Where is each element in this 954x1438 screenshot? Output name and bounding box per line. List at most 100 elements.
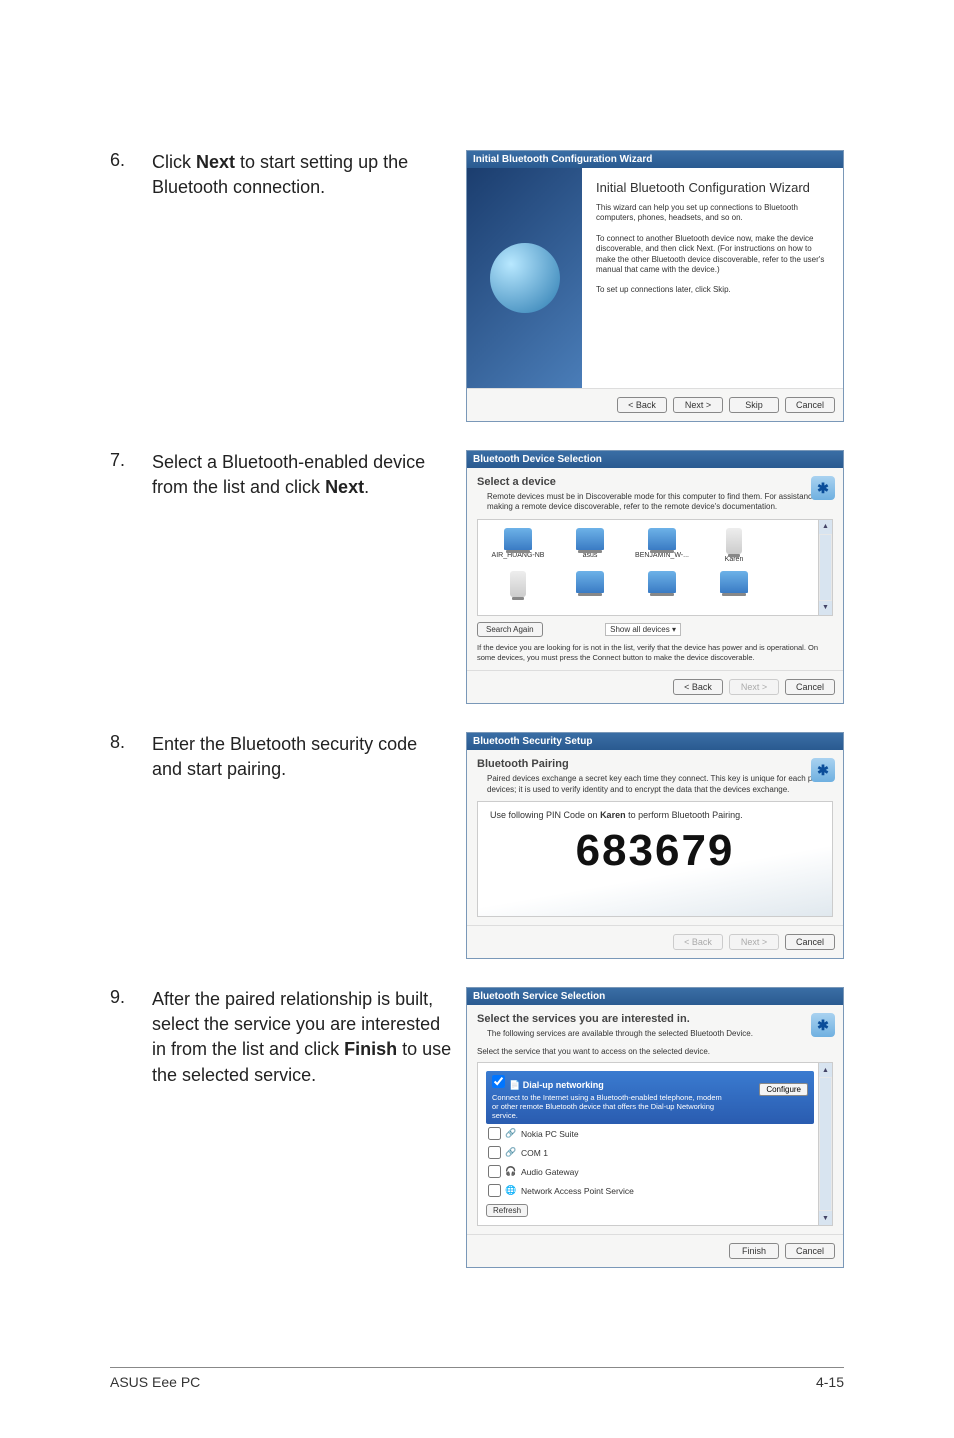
dialog-body: ✱ Select the services you are interested… [467, 1005, 843, 1234]
scroll-down-icon[interactable]: ▼ [819, 601, 832, 615]
step-7: 7. Select a Bluetooth-enabled device fro… [110, 450, 844, 704]
page-footer: ASUS Eee PC 4-15 [110, 1367, 844, 1390]
service-item-selected[interactable]: 📄 Dial-up networking Connect to the Inte… [486, 1071, 814, 1124]
cancel-button[interactable]: Cancel [785, 934, 835, 950]
service-item[interactable]: 🔗 Nokia PC Suite [486, 1124, 832, 1143]
service-item[interactable]: 🔗 COM 1 [486, 1143, 832, 1162]
device-select-dialog: Bluetooth Device Selection ✱ Select a de… [466, 450, 844, 704]
device-item[interactable] [626, 571, 698, 599]
phone-icon [510, 571, 526, 597]
service-checkbox[interactable] [488, 1146, 501, 1159]
laptop-icon [576, 528, 604, 550]
step-8: 8. Enter the Bluetooth security code and… [110, 732, 844, 959]
show-all-dropdown[interactable]: Show all devices ▾ [605, 623, 681, 636]
device-item[interactable]: asus [554, 528, 626, 563]
dialog-titlebar: Initial Bluetooth Configuration Wizard [467, 151, 843, 168]
laptop-icon [504, 528, 532, 550]
step-9: 9. After the paired relationship is buil… [110, 987, 844, 1268]
step-text: Click Next to start setting up the Bluet… [152, 150, 452, 200]
search-again-button[interactable]: Search Again [477, 622, 543, 637]
wizard-dialog: Initial Bluetooth Configuration Wizard I… [466, 150, 844, 422]
refresh-button[interactable]: Refresh [486, 1204, 528, 1217]
dialog-heading: Select a device [477, 476, 833, 488]
wizard-content: Initial Bluetooth Configuration Wizard T… [582, 168, 843, 388]
pin-area: Use following PIN Code on Karen to perfo… [477, 801, 833, 917]
service-icon: 🔗 [505, 1128, 517, 1140]
text-tail: . [364, 477, 369, 497]
skip-button[interactable]: Skip [729, 397, 779, 413]
wizard-p3: To set up connections later, click Skip. [596, 285, 829, 295]
service-checkbox[interactable] [488, 1184, 501, 1197]
dialog-wrap: Initial Bluetooth Configuration Wizard I… [452, 150, 844, 422]
text-lead: Select a Bluetooth-enabled device from t… [152, 452, 425, 497]
footer-right: 4-15 [816, 1374, 844, 1390]
service-item[interactable]: 🎧Audio Gateway [486, 1162, 832, 1181]
device-label: AIR_HUANG-NB [482, 552, 554, 559]
service-desc: Connect to the Internet using a Bluetoot… [492, 1093, 722, 1120]
service-item[interactable]: 🌐Network Access Point Service [486, 1181, 832, 1200]
device-item[interactable]: BENJAMIN_W-... [626, 528, 698, 563]
laptop-icon [648, 571, 676, 593]
device-grid: AIR_HUANG-NB asus BENJAMIN_W-... Karen ▲… [477, 519, 833, 616]
device-item[interactable] [698, 571, 770, 599]
dialog-wrap: Bluetooth Device Selection ✱ Select a de… [452, 450, 844, 704]
scroll-up-icon[interactable]: ▲ [819, 520, 832, 534]
service-icon: 🎧 [505, 1166, 517, 1178]
step-num: 8. [110, 732, 152, 753]
document-icon: 📄 [509, 1080, 520, 1090]
dialog-sub: The following services are available thr… [487, 1029, 833, 1039]
cancel-button[interactable]: Cancel [785, 397, 835, 413]
laptop-icon [576, 571, 604, 593]
dialog-footer: < Back Next > Skip Cancel [467, 388, 843, 421]
device-label: asus [554, 552, 626, 559]
scroll-thumb[interactable] [820, 1078, 831, 1210]
scroll-down-icon[interactable]: ▼ [819, 1211, 832, 1225]
device-item[interactable] [554, 571, 626, 599]
back-button[interactable]: < Back [617, 397, 667, 413]
wizard-sidebar-image [467, 168, 582, 388]
dialog-footer: < Back Next > Cancel [467, 925, 843, 958]
service-checkbox[interactable] [488, 1127, 501, 1140]
device-item[interactable]: AIR_HUANG-NB [482, 528, 554, 563]
dialog-footer: < Back Next > Cancel [467, 670, 843, 703]
service-label: Nokia PC Suite [521, 1129, 579, 1139]
cancel-button[interactable]: Cancel [785, 679, 835, 695]
service-icon: 🔗 [505, 1147, 517, 1159]
service-checkbox[interactable] [492, 1075, 505, 1088]
chevron-down-icon: ▾ [672, 625, 676, 634]
service-instruction: Select the service that you want to acce… [477, 1047, 833, 1056]
device-controls: Search Again Show all devices ▾ [477, 616, 833, 637]
step-text: After the paired relationship is built, … [152, 987, 452, 1088]
pin-device-name: Karen [600, 810, 626, 820]
text-bold: Next [325, 477, 364, 497]
configure-button[interactable]: Configure [759, 1083, 808, 1096]
scrollbar[interactable]: ▲ ▼ [818, 520, 832, 615]
service-checkbox[interactable] [488, 1165, 501, 1178]
service-title: Dial-up networking [523, 1080, 604, 1090]
step-text: Enter the Bluetooth security code and st… [152, 732, 452, 782]
dialog-heading: Bluetooth Pairing [477, 758, 833, 770]
wizard-p2: To connect to another Bluetooth device n… [596, 234, 829, 276]
globe-icon [490, 243, 560, 313]
next-button[interactable]: Next > [729, 679, 779, 695]
step-num: 9. [110, 987, 152, 1008]
back-button[interactable]: < Back [673, 679, 723, 695]
finish-button[interactable]: Finish [729, 1243, 779, 1259]
scroll-thumb[interactable] [820, 535, 831, 600]
text-bold: Finish [344, 1039, 397, 1059]
cancel-button[interactable]: Cancel [785, 1243, 835, 1259]
device-label: BENJAMIN_W-... [626, 552, 698, 559]
wizard-body: Initial Bluetooth Configuration Wizard T… [467, 168, 843, 388]
bluetooth-icon: ✱ [811, 758, 835, 782]
dialog-titlebar: Bluetooth Service Selection [467, 988, 843, 1005]
scrollbar[interactable]: ▲ ▼ [818, 1063, 832, 1225]
text-bold: Next [196, 152, 235, 172]
wizard-p1: This wizard can help you set up connecti… [596, 203, 829, 224]
scroll-up-icon[interactable]: ▲ [819, 1063, 832, 1077]
service-label: COM 1 [521, 1148, 548, 1158]
device-item[interactable] [482, 571, 554, 599]
phone-icon [726, 528, 742, 554]
device-item[interactable]: Karen [698, 528, 770, 563]
next-button[interactable]: Next > [673, 397, 723, 413]
pin-code: 683679 [490, 826, 820, 876]
